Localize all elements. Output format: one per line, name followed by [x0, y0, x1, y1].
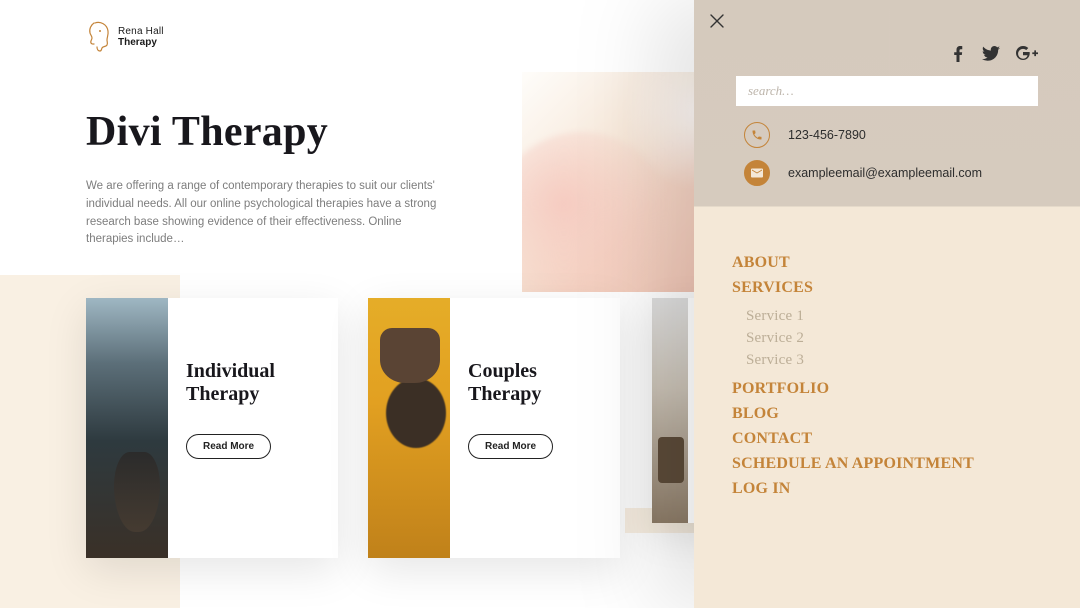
- logo-text: Rena Hall Therapy: [118, 26, 164, 48]
- card-image-couples: [368, 298, 450, 558]
- phone-icon: [744, 122, 770, 148]
- card-individual-therapy[interactable]: Individual Therapy Read More: [86, 298, 338, 558]
- read-more-button[interactable]: Read More: [468, 434, 553, 459]
- intro-text: We are offering a range of contemporary …: [86, 178, 446, 249]
- nav-portfolio[interactable]: PORTFOLIO: [732, 380, 974, 398]
- card-image-peek: [652, 298, 688, 523]
- close-icon: [710, 14, 724, 28]
- nav-services[interactable]: SERVICES: [732, 279, 974, 297]
- panel-nav: ABOUT SERVICES Service 1 Service 2 Servi…: [732, 254, 974, 498]
- nav-service-3[interactable]: Service 3: [746, 352, 974, 369]
- contact-email[interactable]: exampleemail@exampleemail.com: [744, 160, 982, 186]
- site-logo[interactable]: Rena Hall Therapy: [86, 20, 164, 54]
- card-title: Individual Therapy: [186, 360, 318, 406]
- card-couples-therapy[interactable]: Couples Therapy Read More: [368, 298, 620, 558]
- therapy-cards: Individual Therapy Read More Couples The…: [86, 298, 620, 558]
- facebook-icon[interactable]: [950, 46, 966, 67]
- nav-about[interactable]: ABOUT: [732, 254, 974, 272]
- nav-login[interactable]: LOG IN: [732, 480, 974, 498]
- search-input[interactable]: [748, 83, 1026, 99]
- side-panel: 123-456-7890 exampleemail@exampleemail.c…: [694, 0, 1080, 608]
- twitter-icon[interactable]: [982, 46, 1000, 67]
- read-more-button[interactable]: Read More: [186, 434, 271, 459]
- page-title: Divi Therapy: [86, 108, 506, 156]
- card-title: Couples Therapy: [468, 360, 600, 406]
- email-icon: [744, 160, 770, 186]
- logo-sub: Therapy: [118, 37, 164, 48]
- email-text: exampleemail@exampleemail.com: [788, 166, 982, 180]
- nav-service-2[interactable]: Service 2: [746, 330, 974, 347]
- nav-contact[interactable]: CONTACT: [732, 430, 974, 448]
- nav-schedule[interactable]: SCHEDULE AN APPOINTMENT: [732, 455, 974, 473]
- logo-name: Rena Hall: [118, 26, 164, 37]
- close-button[interactable]: [706, 10, 728, 32]
- search-box[interactable]: [736, 76, 1038, 106]
- logo-head-icon: [86, 20, 112, 54]
- nav-service-1[interactable]: Service 1: [746, 308, 974, 325]
- nav-blog[interactable]: BLOG: [732, 405, 974, 423]
- contact-phone[interactable]: 123-456-7890: [744, 122, 982, 148]
- card-image-individual: [86, 298, 168, 558]
- google-plus-icon[interactable]: [1016, 46, 1038, 67]
- phone-text: 123-456-7890: [788, 128, 866, 142]
